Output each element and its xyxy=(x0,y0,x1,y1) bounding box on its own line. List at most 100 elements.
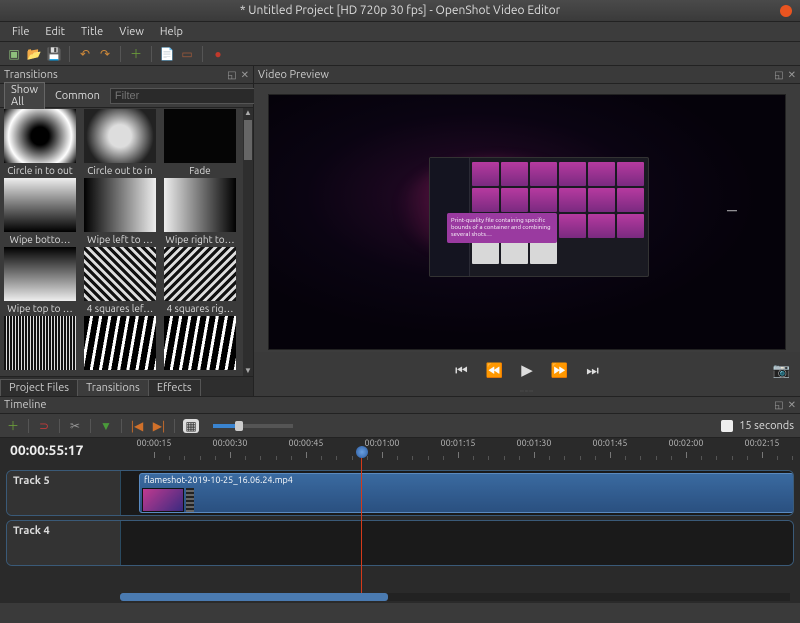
tab-transitions[interactable]: Transitions xyxy=(77,379,149,396)
undock-icon[interactable]: ◱ xyxy=(774,69,783,81)
prev-marker-icon[interactable]: |◀ xyxy=(130,419,144,433)
close-panel-icon[interactable]: ✕ xyxy=(241,69,249,81)
resize-handle[interactable]: ┄┄┄ xyxy=(254,388,800,396)
timeline-body[interactable]: 00:00:55:17 00:00:1500:00:3000:00:4500:0… xyxy=(0,438,800,603)
rewind-icon[interactable]: ⏪ xyxy=(486,362,503,379)
filter-input[interactable] xyxy=(110,88,262,104)
scrollbar-handle[interactable] xyxy=(244,120,252,160)
snapshot-icon[interactable]: 📷 xyxy=(773,362,790,379)
timeline-ruler[interactable]: 00:00:15 00:00:30 00:00:45 00:01:00 00:01:15… xyxy=(120,438,800,466)
timeline-panel-title: Timeline xyxy=(4,399,47,411)
timeline-panel-header: Timeline ◱ ✕ xyxy=(0,396,800,414)
menu-help[interactable]: Help xyxy=(152,24,191,40)
fullscreen-icon[interactable]: ▭ xyxy=(179,46,195,62)
transition-label: 4 squares rig… xyxy=(167,303,234,314)
ruler-label: 00:01:00 xyxy=(365,438,400,448)
new-project-icon[interactable]: ▣ xyxy=(6,46,22,62)
preview-panel: Video Preview ◱ ✕ Print-quality f xyxy=(254,66,800,396)
timeline-toolbar: ＋ ⊃ ✂ ▼ |◀ ▶| ▦ 15 seconds xyxy=(0,414,800,438)
timeline-track[interactable]: Track 4 xyxy=(6,520,794,566)
clip-label: flameshot-2019-10-25_16.06.24.mp4 xyxy=(144,475,293,485)
timeline-track[interactable]: Track 5 flameshot-2019-10-25_16.06.24.mp4 xyxy=(6,470,794,516)
transition-item[interactable]: Wipe right to… xyxy=(161,178,239,245)
open-project-icon[interactable]: 📂 xyxy=(26,46,42,62)
transition-thumb xyxy=(84,316,156,370)
transitions-grid[interactable]: Circle in to outCircle out to inFadeWipe… xyxy=(0,108,253,376)
marker-icon[interactable]: ▼ xyxy=(99,419,113,433)
common-button[interactable]: Common xyxy=(49,89,106,103)
transition-label: Wipe left to … xyxy=(87,234,153,245)
transition-item[interactable]: Fade xyxy=(161,109,239,176)
redo-icon[interactable]: ↷ xyxy=(97,46,113,62)
timeline-clip[interactable]: flameshot-2019-10-25_16.06.24.mp4 xyxy=(139,473,794,513)
video-preview[interactable]: Print-quality file containing specific b… xyxy=(268,94,786,350)
menu-edit[interactable]: Edit xyxy=(37,24,73,40)
scroll-up-icon[interactable]: ▲ xyxy=(244,108,252,118)
transition-item[interactable]: 4 squares rig… xyxy=(161,247,239,314)
separator xyxy=(151,46,152,62)
transition-thumb xyxy=(84,178,156,232)
duration-label: 15 seconds xyxy=(739,420,794,432)
ruler-label: 00:01:30 xyxy=(517,438,552,448)
track-lane[interactable] xyxy=(121,521,793,565)
export-video-icon[interactable]: ● xyxy=(210,46,226,62)
razor-icon[interactable]: ✂ xyxy=(68,419,82,433)
transition-thumb xyxy=(4,178,76,232)
track-lane[interactable]: flameshot-2019-10-25_16.06.24.mp4 xyxy=(121,471,793,515)
import-files-icon[interactable]: ＋ xyxy=(128,46,144,62)
track-header[interactable]: Track 5 xyxy=(7,471,121,515)
scrollbar-handle[interactable] xyxy=(120,593,388,601)
playhead[interactable] xyxy=(361,446,362,593)
transition-item[interactable]: Wipe left to … xyxy=(81,178,159,245)
ruler-label: 00:01:15 xyxy=(441,438,476,448)
menu-view[interactable]: View xyxy=(111,24,152,40)
snap-icon[interactable]: ⊃ xyxy=(37,419,51,433)
transition-item[interactable] xyxy=(161,316,239,372)
undock-icon[interactable]: ◱ xyxy=(774,399,783,411)
preview-panel-title: Video Preview xyxy=(258,69,329,81)
vertical-scrollbar[interactable]: ▲ ▼ xyxy=(243,108,253,376)
tab-project-files[interactable]: Project Files xyxy=(0,379,78,396)
duration-icon xyxy=(721,420,733,432)
zoom-slider[interactable] xyxy=(213,424,293,428)
track-header[interactable]: Track 4 xyxy=(7,521,121,565)
transition-item[interactable]: 4 squares lef… xyxy=(81,247,159,314)
ruler-label: 00:00:30 xyxy=(213,438,248,448)
transitions-filter-bar: Show All Common ⌫ xyxy=(0,84,253,108)
transitions-panel: Transitions ◱ ✕ Show All Common ⌫ Circle… xyxy=(0,66,254,396)
transition-item[interactable]: Circle out to in xyxy=(81,109,159,176)
add-track-icon[interactable]: ＋ xyxy=(6,419,20,433)
fast-forward-icon[interactable]: ⏩ xyxy=(551,362,568,379)
menubar: File Edit Title View Help xyxy=(0,22,800,42)
undock-icon[interactable]: ◱ xyxy=(227,69,236,81)
transition-item[interactable] xyxy=(1,316,79,372)
play-icon[interactable]: ▶ xyxy=(521,361,533,379)
ruler-label: 00:00:15 xyxy=(137,438,172,448)
close-icon[interactable] xyxy=(780,5,792,17)
ruler-label: 00:00:45 xyxy=(289,438,324,448)
transition-item[interactable]: Circle in to out xyxy=(1,109,79,176)
close-panel-icon[interactable]: ✕ xyxy=(788,69,796,81)
jump-end-icon[interactable]: ⏭ xyxy=(586,362,599,379)
transition-thumb xyxy=(164,178,236,232)
center-playhead-icon[interactable]: ▦ xyxy=(183,419,199,433)
separator xyxy=(202,46,203,62)
transition-item[interactable] xyxy=(81,316,159,372)
scroll-down-icon[interactable]: ▼ xyxy=(244,366,252,376)
next-marker-icon[interactable]: ▶| xyxy=(152,419,166,433)
undo-icon[interactable]: ↶ xyxy=(77,46,93,62)
transition-item[interactable]: Wipe top to … xyxy=(1,247,79,314)
show-all-button[interactable]: Show All xyxy=(4,82,45,110)
transition-label: Wipe botto… xyxy=(10,234,71,245)
profile-icon[interactable]: 📄 xyxy=(159,46,175,62)
save-project-icon[interactable]: 💾 xyxy=(46,46,62,62)
transition-thumb xyxy=(4,247,76,301)
menu-title[interactable]: Title xyxy=(73,24,111,40)
ruler-label: 00:02:15 xyxy=(745,438,780,448)
menu-file[interactable]: File xyxy=(4,24,37,40)
horizontal-scrollbar[interactable] xyxy=(120,593,790,601)
transition-item[interactable]: Wipe botto… xyxy=(1,178,79,245)
jump-start-icon[interactable]: ⏮ xyxy=(455,362,468,379)
close-panel-icon[interactable]: ✕ xyxy=(788,399,796,411)
tab-effects[interactable]: Effects xyxy=(148,379,201,396)
